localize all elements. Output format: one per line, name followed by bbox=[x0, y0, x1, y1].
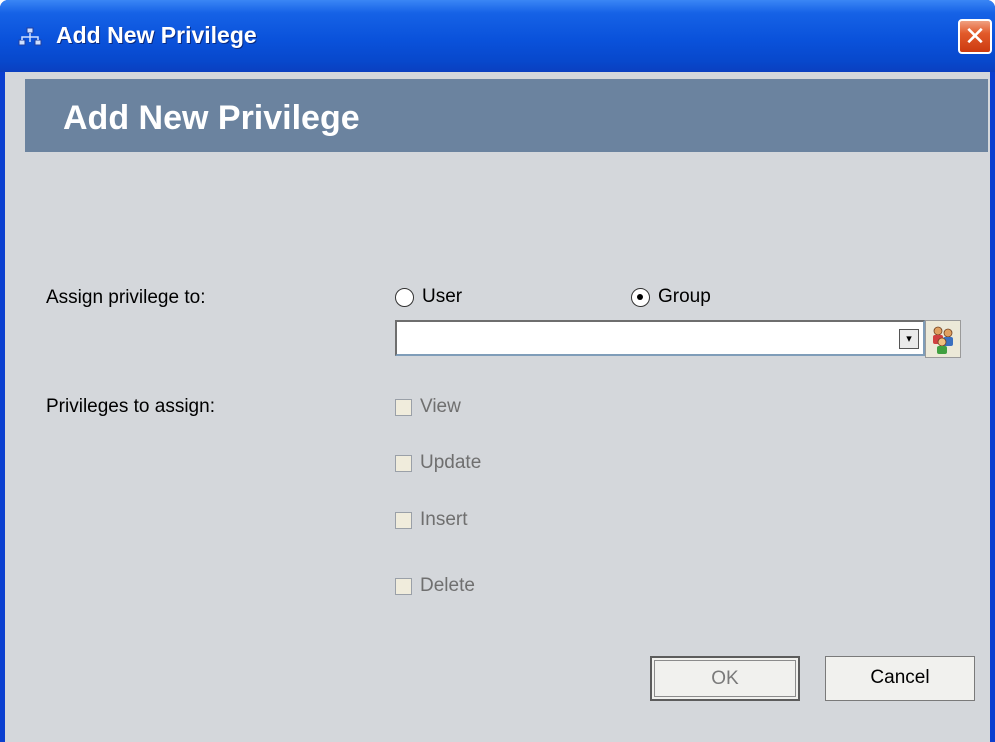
checkbox-update-label: Update bbox=[420, 452, 482, 473]
checkbox-delete[interactable]: Delete bbox=[395, 575, 475, 597]
assign-privilege-label: Assign privilege to: bbox=[46, 287, 206, 308]
title-bar[interactable]: Add New Privilege ✕ bbox=[0, 0, 995, 72]
privileges-to-assign-label: Privileges to assign: bbox=[46, 396, 215, 417]
chevron-down-icon: ▾ bbox=[906, 333, 912, 345]
checkbox-delete-box[interactable] bbox=[395, 577, 412, 595]
close-icon: ✕ bbox=[964, 21, 986, 51]
dropdown-arrow-button[interactable]: ▾ bbox=[899, 329, 919, 349]
radio-user-label: User bbox=[422, 286, 463, 307]
radio-group-circle[interactable] bbox=[631, 287, 650, 307]
radio-user[interactable]: User bbox=[395, 286, 462, 308]
window-title: Add New Privilege bbox=[56, 22, 257, 48]
checkbox-view[interactable]: View bbox=[395, 396, 461, 418]
checkbox-view-box[interactable] bbox=[395, 398, 412, 416]
dialog-body: Add New Privilege Assign privilege to: U… bbox=[5, 72, 990, 742]
assignee-combobox[interactable]: ▾ bbox=[395, 320, 925, 356]
users-group-icon bbox=[933, 326, 953, 354]
checkbox-delete-label: Delete bbox=[420, 575, 475, 596]
radio-group[interactable]: Group bbox=[631, 286, 711, 308]
app-network-icon bbox=[18, 27, 42, 46]
ok-button[interactable]: OK bbox=[650, 656, 800, 701]
radio-user-circle[interactable] bbox=[395, 287, 414, 307]
radio-group-label: Group bbox=[658, 286, 711, 307]
checkbox-update-box[interactable] bbox=[395, 454, 412, 472]
checkbox-insert-label: Insert bbox=[420, 509, 468, 530]
cancel-button[interactable]: Cancel bbox=[825, 656, 975, 701]
checkbox-insert[interactable]: Insert bbox=[395, 509, 468, 531]
checkbox-insert-box[interactable] bbox=[395, 511, 412, 529]
page-title: Add New Privilege bbox=[63, 99, 360, 137]
checkbox-view-label: View bbox=[420, 396, 461, 417]
header-banner: Add New Privilege bbox=[25, 79, 988, 152]
checkbox-update[interactable]: Update bbox=[395, 452, 481, 474]
lookup-users-button[interactable] bbox=[925, 320, 961, 358]
close-button[interactable]: ✕ bbox=[958, 19, 992, 54]
dialog-window: Add New Privilege ✕ Add New Privilege As… bbox=[0, 0, 995, 742]
